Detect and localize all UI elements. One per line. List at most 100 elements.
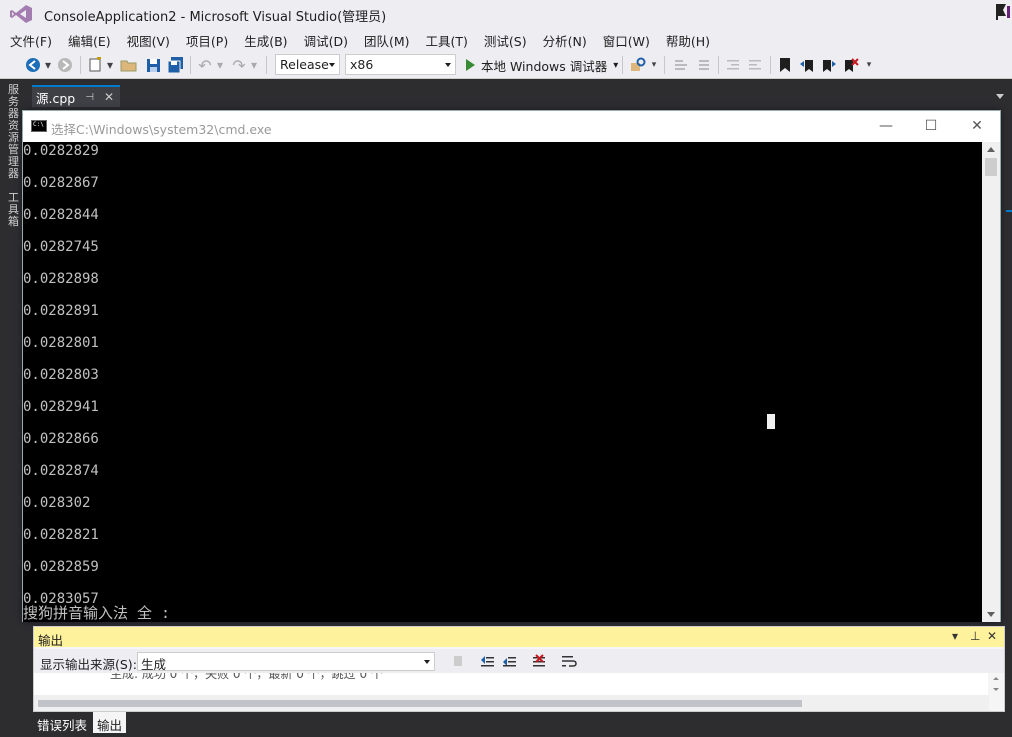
visual-studio-logo-icon [10, 5, 32, 23]
console-line: 0.0282745 [23, 239, 99, 255]
configuration-dropdown[interactable]: Release [275, 54, 340, 75]
menu-build[interactable]: 生成(B) [236, 28, 295, 50]
new-project-icon[interactable] [86, 55, 104, 75]
output-source-value: 生成 [141, 657, 167, 672]
chevron-down-icon [329, 63, 335, 67]
toolbar-overflow-icon[interactable]: ▾ [864, 55, 874, 75]
menu-test[interactable]: 测试(S) [476, 28, 535, 50]
toolbox-tab[interactable]: 工具箱 [8, 192, 20, 232]
open-file-icon[interactable] [120, 55, 138, 75]
tab-source-cpp[interactable]: 源.cpp ⊣ ✕ [32, 85, 120, 107]
redo-dropdown-icon[interactable]: ▾ [250, 55, 258, 75]
cmd-window[interactable]: 选择C:\Windows\system32\cmd.exe — ☐ ✕ 0.02… [22, 110, 1001, 622]
previous-bookmark-icon[interactable] [798, 55, 816, 75]
scroll-thumb[interactable] [38, 700, 802, 707]
minimize-button[interactable]: — [875, 115, 897, 137]
platform-value: x86 [350, 57, 374, 72]
cmd-scrollbar[interactable] [982, 142, 1000, 622]
back-dropdown-icon[interactable]: ▾ [44, 55, 52, 75]
menu-team[interactable]: 团队(M) [356, 28, 418, 50]
close-button[interactable]: ✕ [966, 115, 988, 137]
find-message-icon[interactable] [450, 651, 468, 671]
menu-debug[interactable]: 调试(D) [296, 28, 356, 50]
output-source-label: 显示输出来源(S): [40, 657, 137, 672]
platform-dropdown[interactable]: x86 [345, 54, 456, 75]
output-panel: 输出 ▾ ⊥ ✕ 显示输出来源(S): 生成 生成: 成功 0 个，失败 0 个… [33, 626, 1005, 712]
toolbar-separator [190, 56, 191, 74]
find-in-files-icon[interactable] [628, 55, 648, 75]
console-line: 0.0282844 [23, 207, 99, 223]
toolbar-separator [770, 56, 771, 74]
server-explorer-tab[interactable]: 服务器资源管理器 [8, 84, 20, 184]
window-position-icon[interactable]: ▾ [952, 629, 958, 643]
output-text-area[interactable]: 生成: 成功 0 个，失败 0 个，最新 0 个，跳过 0 个 [34, 673, 989, 695]
toolbar-separator [622, 56, 623, 74]
cmd-title-bar[interactable]: 选择C:\Windows\system32\cmd.exe — ☐ ✕ [23, 111, 1000, 142]
menu-tools[interactable]: 工具(T) [418, 28, 476, 50]
output-source-dropdown[interactable]: 生成 [137, 652, 435, 672]
chevron-down-icon [424, 660, 430, 664]
menu-analyze[interactable]: 分析(N) [535, 28, 595, 50]
forward-icon[interactable] [56, 55, 74, 75]
menu-file[interactable]: 文件(F) [2, 28, 60, 50]
save-all-icon[interactable] [166, 55, 184, 75]
menu-project[interactable]: 项目(P) [178, 28, 236, 50]
console-line: 0.0282898 [23, 271, 99, 287]
comment-out-icon[interactable] [672, 55, 690, 75]
side-tool-windows: 服务器资源管理器 工具箱 [0, 80, 22, 620]
menu-view[interactable]: 视图(V) [119, 28, 178, 50]
decrease-indent-icon[interactable] [724, 55, 742, 75]
tab-output[interactable]: 输出 [93, 712, 127, 733]
toolbar-separator [664, 56, 665, 74]
bookmark-icon[interactable] [776, 55, 794, 75]
start-debugging-button[interactable]: 本地 Windows 调试器 ▾ [462, 55, 618, 75]
next-message-icon[interactable] [500, 651, 518, 671]
document-tab-strip: 源.cpp ⊣ ✕ [22, 80, 1012, 108]
feedback-flag-icon[interactable] [994, 2, 1012, 20]
console-line: 0.0282866 [23, 431, 99, 447]
uncomment-icon[interactable] [694, 55, 712, 75]
toolbar-separator [80, 56, 81, 74]
maximize-button[interactable]: ☐ [920, 115, 942, 137]
output-panel-header[interactable]: 输出 ▾ ⊥ ✕ [34, 627, 1004, 648]
increase-indent-icon[interactable] [746, 55, 764, 75]
tab-error-list[interactable]: 错误列表 [33, 712, 91, 733]
clear-all-icon[interactable] [530, 651, 548, 671]
tab-overflow-icon[interactable] [996, 94, 1004, 99]
word-wrap-icon[interactable] [560, 651, 578, 671]
save-icon[interactable] [144, 55, 162, 75]
menu-window[interactable]: 窗口(W) [595, 28, 658, 50]
output-panel-title: 输出 [38, 633, 64, 648]
clear-bookmarks-icon[interactable] [842, 55, 860, 75]
window-title: ConsoleApplication2 - Microsoft Visual S… [44, 10, 387, 25]
close-icon[interactable]: ✕ [104, 90, 114, 104]
new-dropdown-icon[interactable]: ▾ [106, 55, 114, 75]
scroll-up-icon[interactable] [987, 147, 995, 152]
play-icon [466, 59, 475, 71]
scroll-thumb[interactable] [985, 158, 997, 176]
undo-icon[interactable]: ↶ [196, 55, 214, 75]
console-line: 0.0282803 [23, 367, 99, 383]
chevron-down-icon: ▾ [613, 59, 619, 71]
close-icon[interactable]: ✕ [987, 629, 997, 643]
console-line: 0.0282829 [23, 143, 99, 159]
pin-icon[interactable]: ⊥ [970, 629, 980, 643]
menu-help[interactable]: 帮助(H) [658, 28, 718, 50]
console-output[interactable]: 0.0282829 0.0282867 0.0282844 0.0282745 … [23, 142, 983, 622]
redo-icon[interactable]: ↷ [230, 55, 248, 75]
menu-bar: 文件(F) 编辑(E) 视图(V) 项目(P) 生成(B) 调试(D) 团队(M… [0, 28, 1012, 50]
menu-edit[interactable]: 编辑(E) [60, 28, 119, 50]
output-horizontal-scrollbar[interactable] [34, 695, 989, 711]
previous-message-icon[interactable] [478, 651, 496, 671]
next-bookmark-icon[interactable] [820, 55, 838, 75]
output-vertical-scrollbar[interactable] [988, 673, 1004, 695]
debug-target-label: 本地 Windows 调试器 [481, 58, 608, 74]
scroll-arrows-icon[interactable] [988, 673, 1004, 695]
back-icon[interactable] [24, 55, 42, 75]
toolbar-overflow-icon[interactable]: ▾ [650, 55, 658, 75]
scroll-down-icon[interactable] [987, 612, 995, 617]
bottom-tool-tabs: 错误列表 输出 [33, 712, 128, 737]
undo-dropdown-icon[interactable]: ▾ [216, 55, 224, 75]
console-line: 0.0282801 [23, 335, 99, 351]
pin-icon[interactable]: ⊣ [85, 92, 94, 103]
